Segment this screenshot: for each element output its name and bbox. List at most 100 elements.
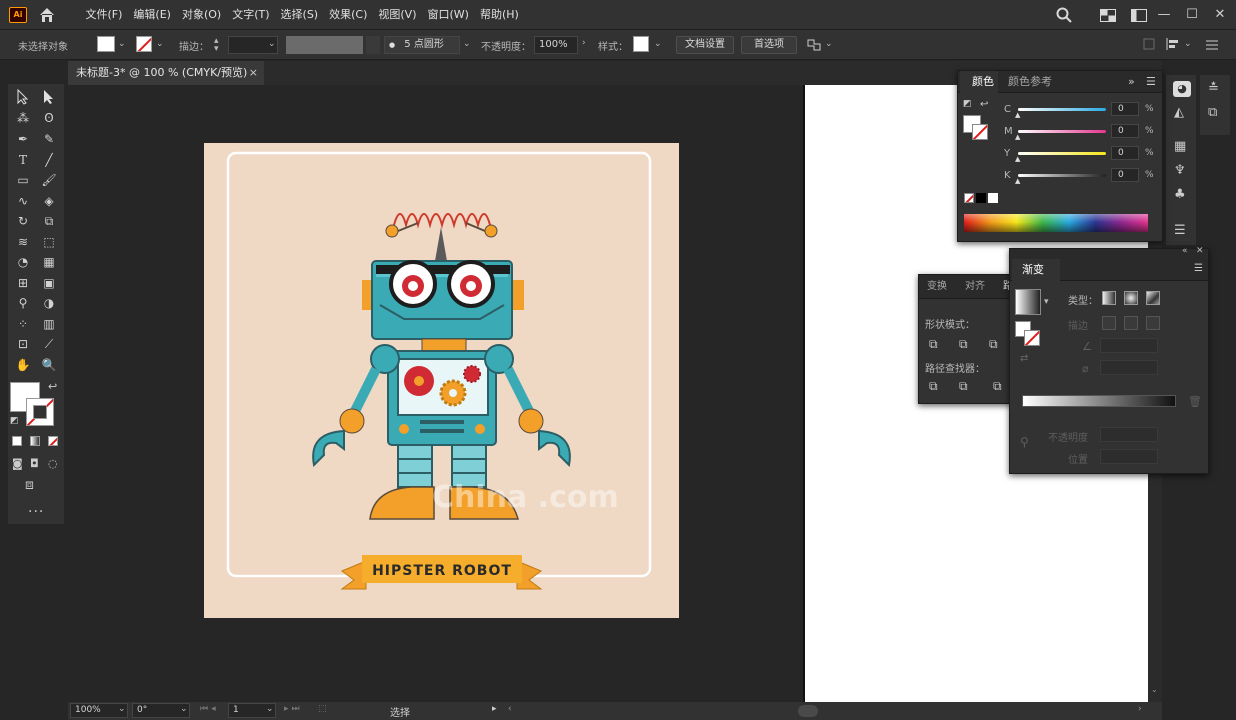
aspect-ratio-input[interactable] xyxy=(1100,360,1158,375)
line-tool-icon[interactable]: ╱ xyxy=(38,150,60,170)
shaper-tool-icon[interactable]: ∿ xyxy=(12,191,34,211)
symbol-sprayer-tool-icon[interactable]: ⁘ xyxy=(12,314,34,334)
gradient-panel-menu-icon[interactable]: ☰ xyxy=(1194,263,1203,274)
tab-transform[interactable]: 变换 xyxy=(927,275,947,299)
gradient-stroke-swatch[interactable] xyxy=(1024,330,1040,346)
menu-object[interactable]: 对象(O) xyxy=(176,0,226,30)
gradient-eyedropper-icon[interactable]: ⚲ xyxy=(1020,435,1029,449)
stroke-weight-stepper[interactable]: ▴ ▾ xyxy=(214,37,224,54)
color-guide-icon[interactable]: ◭ xyxy=(1174,105,1184,120)
gradient-tool-icon[interactable]: ▣ xyxy=(38,273,60,293)
linear-gradient-button[interactable] xyxy=(1102,291,1116,305)
stroke-swatch[interactable] xyxy=(136,36,152,52)
black-slider-thumb[interactable]: ▲ xyxy=(1015,177,1020,185)
graphic-style-swatch[interactable] xyxy=(633,36,649,52)
pen-tool-icon[interactable]: ✒ xyxy=(12,129,34,149)
variable-width-profile[interactable] xyxy=(286,36,363,54)
cyan-slider[interactable] xyxy=(1018,108,1106,111)
menu-select[interactable]: 选择(S) xyxy=(275,0,324,30)
stroke-color-box[interactable] xyxy=(26,398,54,426)
swatches-icon[interactable]: ▦ xyxy=(1174,139,1186,154)
home-icon[interactable] xyxy=(38,6,56,24)
lasso-tool-icon[interactable]: ʘ xyxy=(38,108,60,128)
maximize-button[interactable]: ☐ xyxy=(1178,0,1206,30)
direct-selection-tool-icon[interactable] xyxy=(38,87,60,107)
menu-help[interactable]: 帮助(H) xyxy=(474,0,524,30)
menu-view[interactable]: 视图(V) xyxy=(373,0,422,30)
intersect-icon[interactable]: ⧉ xyxy=(989,337,998,352)
magenta-value[interactable]: 0 xyxy=(1111,124,1139,138)
black-color-button[interactable] xyxy=(976,193,986,203)
color-mode-icon[interactable] xyxy=(12,436,22,446)
eraser-tool-icon[interactable]: ◈ xyxy=(38,191,60,211)
gradient-presets-dropdown-icon[interactable]: ▾ xyxy=(1044,297,1049,307)
none-color-button[interactable] xyxy=(964,193,974,203)
control-bar-menu-icon[interactable] xyxy=(1206,39,1218,51)
tab-color[interactable]: 颜色 xyxy=(960,71,998,93)
radial-gradient-button[interactable] xyxy=(1124,291,1138,305)
selection-tool-icon[interactable] xyxy=(12,87,34,107)
edit-toolbar-icon[interactable]: ··· xyxy=(28,504,44,520)
freeform-gradient-button[interactable] xyxy=(1146,291,1160,305)
draw-inside-icon[interactable]: ◌ xyxy=(48,457,58,470)
zoom-dropdown-icon[interactable]: ⌄ xyxy=(118,704,126,714)
swap-fill-stroke-icon[interactable]: ↩ xyxy=(48,380,57,393)
minimize-button[interactable]: — xyxy=(1150,0,1178,30)
align-dropdown-icon[interactable]: ⌄ xyxy=(1184,39,1192,49)
tab-align[interactable]: 对齐 xyxy=(965,275,985,299)
stop-opacity-input[interactable] xyxy=(1100,427,1158,442)
gradient-slider[interactable] xyxy=(1022,395,1176,407)
stroke-weight-dropdown-icon[interactable]: ⌄ xyxy=(268,39,276,49)
close-tab-icon[interactable]: × xyxy=(249,61,258,85)
artboard-tool-icon[interactable]: ⊡ xyxy=(12,334,34,354)
magenta-slider[interactable] xyxy=(1018,130,1106,133)
search-icon[interactable] xyxy=(1056,7,1072,23)
artboard-next-icons[interactable]: ▸⏭ xyxy=(284,704,303,714)
paintbrush-tool-icon[interactable]: 🖌 xyxy=(38,170,60,190)
mesh-tool-icon[interactable]: ⊞ xyxy=(12,273,34,293)
properties-panel-icon[interactable]: ≛ xyxy=(1208,81,1219,96)
brushes-icon[interactable]: ♆ xyxy=(1174,163,1186,178)
unite-icon[interactable]: ⧉ xyxy=(929,337,938,352)
arrange-icon[interactable] xyxy=(1143,38,1155,50)
panel-stroke-swatch[interactable] xyxy=(972,124,988,140)
hipster-robot-illustration[interactable]: China .com HIPSTER ROBOT xyxy=(204,143,679,618)
menu-edit[interactable]: 编辑(E) xyxy=(128,0,177,30)
draw-behind-icon[interactable]: ◘ xyxy=(30,457,39,470)
artboard-1[interactable]: China .com HIPSTER ROBOT xyxy=(204,143,679,618)
quick-actions-dropdown-icon[interactable]: ⌄ xyxy=(825,39,833,49)
stroke-panel-icon[interactable]: ☰ xyxy=(1174,223,1186,238)
reverse-gradient-icon[interactable]: ⇄ xyxy=(1020,353,1028,364)
divide-icon[interactable]: ⧉ xyxy=(929,379,938,394)
scale-tool-icon[interactable]: ⧉ xyxy=(38,211,60,231)
menu-effect[interactable]: 效果(C) xyxy=(324,0,373,30)
cyan-slider-thumb[interactable]: ▲ xyxy=(1015,111,1020,119)
brush-definition[interactable]: ● 5 点圆形 xyxy=(384,36,460,54)
align-icon[interactable] xyxy=(1166,38,1180,50)
menu-file[interactable]: 文件(F) xyxy=(80,0,128,30)
trim-icon[interactable]: ⧉ xyxy=(959,379,968,394)
magic-wand-tool-icon[interactable]: ⁂ xyxy=(12,108,34,128)
cyan-value[interactable]: 0 xyxy=(1111,102,1139,116)
gradient-preview-swatch[interactable] xyxy=(1015,289,1041,315)
slice-tool-icon[interactable]: ⟋ xyxy=(38,334,60,354)
color-panel-menu-icon[interactable]: ☰ xyxy=(1146,75,1156,88)
black-slider[interactable] xyxy=(1018,174,1106,177)
document-tab[interactable]: 未标题-3* @ 100 % (CMYK/预览) × xyxy=(68,61,264,85)
stroke-across-button[interactable] xyxy=(1146,316,1160,330)
fill-dropdown-icon[interactable]: ⌄ xyxy=(118,39,126,49)
column-graph-tool-icon[interactable]: ▥ xyxy=(38,314,60,334)
menu-window[interactable]: 窗口(W) xyxy=(422,0,474,30)
style-dropdown-icon[interactable]: ⌄ xyxy=(654,39,662,49)
curvature-tool-icon[interactable]: ✎ xyxy=(38,129,60,149)
magenta-slider-thumb[interactable]: ▲ xyxy=(1015,133,1020,141)
tab-color-guide[interactable]: 颜色参考 xyxy=(1008,71,1052,93)
rotation-dropdown-icon[interactable]: ⌄ xyxy=(180,704,188,714)
eyedropper-tool-icon[interactable]: ⚲ xyxy=(12,293,34,313)
document-setup-button[interactable]: 文档设置 xyxy=(676,36,734,54)
free-transform-tool-icon[interactable]: ⬚ xyxy=(38,232,60,252)
swap-colors-icon[interactable]: ↩ xyxy=(980,99,988,110)
gradient-mode-icon[interactable] xyxy=(30,436,40,446)
artboard-prev-icons[interactable]: ⏮◂ xyxy=(200,704,219,714)
profile-dropdown[interactable] xyxy=(366,36,380,54)
